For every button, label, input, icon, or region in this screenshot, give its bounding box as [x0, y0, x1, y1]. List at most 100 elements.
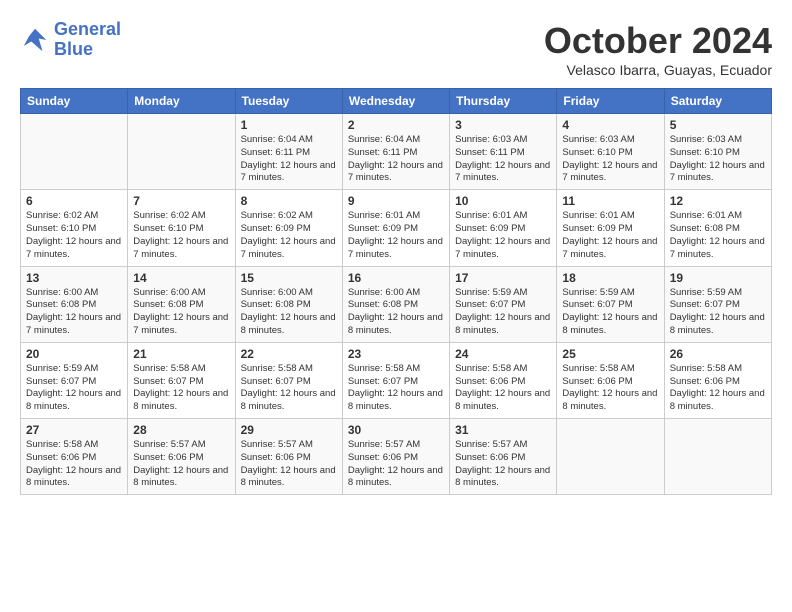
calendar-week-3: 13Sunrise: 6:00 AM Sunset: 6:08 PM Dayli…: [21, 266, 772, 342]
day-number: 14: [133, 271, 229, 285]
calendar-cell: [557, 419, 664, 495]
logo-text: General Blue: [54, 20, 121, 60]
weekday-header-friday: Friday: [557, 89, 664, 114]
day-info: Sunrise: 6:00 AM Sunset: 6:08 PM Dayligh…: [348, 287, 444, 338]
page-header: General Blue October 2024 Velasco Ibarra…: [20, 20, 772, 78]
calendar-cell: [21, 114, 128, 190]
calendar-cell: 2Sunrise: 6:04 AM Sunset: 6:11 PM Daylig…: [342, 114, 449, 190]
day-number: 15: [241, 271, 337, 285]
logo: General Blue: [20, 20, 121, 60]
calendar-week-5: 27 Sunrise: 5:58 AM Sunset: 6:06 PM Dayli…: [21, 419, 772, 495]
calendar-week-2: 6 Sunrise: 6:02 AM Sunset: 6:10 PM Daylig…: [21, 190, 772, 266]
calendar-cell: 22Sunrise: 5:58 AM Sunset: 6:07 PM Dayli…: [235, 342, 342, 418]
logo-icon: [20, 25, 50, 55]
day-number: 16: [348, 271, 444, 285]
calendar-cell: 11Sunrise: 6:01 AM Sunset: 6:09 PM Dayli…: [557, 190, 664, 266]
calendar-cell: 9 Sunrise: 6:01 AM Sunset: 6:09 PM Daylig…: [342, 190, 449, 266]
day-info: Sunrise: 5:59 AM Sunset: 6:07 PM Dayligh…: [670, 287, 766, 338]
calendar-cell: 26 Sunrise: 5:58 AM Sunset: 6:06 PM Dayli…: [664, 342, 771, 418]
calendar-cell: 3Sunrise: 6:03 AM Sunset: 6:11 PM Daylig…: [450, 114, 557, 190]
calendar-cell: 14Sunrise: 6:00 AM Sunset: 6:08 PM Dayli…: [128, 266, 235, 342]
day-number: 27: [26, 423, 122, 437]
day-number: 5: [670, 118, 766, 132]
calendar-cell: 20 Sunrise: 5:59 AM Sunset: 6:07 PM Dayli…: [21, 342, 128, 418]
day-number: 3: [455, 118, 551, 132]
day-info: Sunrise: 6:00 AM Sunset: 6:08 PM Dayligh…: [241, 287, 337, 338]
day-info: Sunrise: 5:57 AM Sunset: 6:06 PM Dayligh…: [455, 439, 551, 490]
day-info: Sunrise: 6:02 AM Sunset: 6:09 PM Dayligh…: [241, 210, 337, 261]
day-number: 18: [562, 271, 658, 285]
calendar-cell: 18 Sunrise: 5:59 AM Sunset: 6:07 PM Dayli…: [557, 266, 664, 342]
day-number: 23: [348, 347, 444, 361]
calendar-cell: 12Sunrise: 6:01 AM Sunset: 6:08 PM Dayli…: [664, 190, 771, 266]
calendar-cell: 28Sunrise: 5:57 AM Sunset: 6:06 PM Dayli…: [128, 419, 235, 495]
weekday-header-sunday: Sunday: [21, 89, 128, 114]
day-info: Sunrise: 5:57 AM Sunset: 6:06 PM Dayligh…: [241, 439, 337, 490]
day-info: Sunrise: 5:58 AM Sunset: 6:07 PM Dayligh…: [348, 363, 444, 414]
day-number: 8: [241, 194, 337, 208]
day-info: Sunrise: 6:03 AM Sunset: 6:10 PM Dayligh…: [562, 134, 658, 185]
day-number: 25: [562, 347, 658, 361]
day-number: 10: [455, 194, 551, 208]
calendar-cell: 19 Sunrise: 5:59 AM Sunset: 6:07 PM Dayli…: [664, 266, 771, 342]
calendar-cell: [664, 419, 771, 495]
calendar-cell: 8 Sunrise: 6:02 AM Sunset: 6:09 PM Daylig…: [235, 190, 342, 266]
calendar-cell: 16 Sunrise: 6:00 AM Sunset: 6:08 PM Dayli…: [342, 266, 449, 342]
day-info: Sunrise: 5:58 AM Sunset: 6:06 PM Dayligh…: [562, 363, 658, 414]
day-number: 19: [670, 271, 766, 285]
day-info: Sunrise: 5:58 AM Sunset: 6:06 PM Dayligh…: [26, 439, 122, 490]
calendar-table: SundayMondayTuesdayWednesdayThursdayFrid…: [20, 88, 772, 495]
calendar-cell: 31 Sunrise: 5:57 AM Sunset: 6:06 PM Dayli…: [450, 419, 557, 495]
day-info: Sunrise: 5:58 AM Sunset: 6:07 PM Dayligh…: [133, 363, 229, 414]
day-info: Sunrise: 6:02 AM Sunset: 6:10 PM Dayligh…: [26, 210, 122, 261]
day-number: 1: [241, 118, 337, 132]
day-number: 6: [26, 194, 122, 208]
calendar-cell: 23 Sunrise: 5:58 AM Sunset: 6:07 PM Dayli…: [342, 342, 449, 418]
day-info: Sunrise: 6:04 AM Sunset: 6:11 PM Dayligh…: [348, 134, 444, 185]
calendar-cell: 17 Sunrise: 5:59 AM Sunset: 6:07 PM Dayli…: [450, 266, 557, 342]
calendar-cell: 1Sunrise: 6:04 AM Sunset: 6:11 PM Daylig…: [235, 114, 342, 190]
day-number: 9: [348, 194, 444, 208]
day-info: Sunrise: 6:00 AM Sunset: 6:08 PM Dayligh…: [26, 287, 122, 338]
day-info: Sunrise: 5:59 AM Sunset: 6:07 PM Dayligh…: [455, 287, 551, 338]
calendar-cell: 25 Sunrise: 5:58 AM Sunset: 6:06 PM Dayli…: [557, 342, 664, 418]
day-number: 31: [455, 423, 551, 437]
day-number: 17: [455, 271, 551, 285]
location: Velasco Ibarra, Guayas, Ecuador: [544, 62, 772, 78]
day-number: 22: [241, 347, 337, 361]
day-number: 4: [562, 118, 658, 132]
calendar-body: 1 Sunrise: 6:04 AM Sunset: 6:11 PM Daylig…: [21, 114, 772, 495]
weekday-header-tuesday: Tuesday: [235, 89, 342, 114]
day-number: 24: [455, 347, 551, 361]
day-number: 11: [562, 194, 658, 208]
day-info: Sunrise: 6:02 AM Sunset: 6:10 PM Dayligh…: [133, 210, 229, 261]
calendar-cell: 5 Sunrise: 6:03 AM Sunset: 6:10 PM Daylig…: [664, 114, 771, 190]
calendar-cell: 4 Sunrise: 6:03 AM Sunset: 6:10 PM Daylig…: [557, 114, 664, 190]
calendar-cell: 15 Sunrise: 6:00 AM Sunset: 6:08 PM Dayli…: [235, 266, 342, 342]
calendar-week-4: 20 Sunrise: 5:59 AM Sunset: 6:07 PM Dayli…: [21, 342, 772, 418]
calendar-cell: 6 Sunrise: 6:02 AM Sunset: 6:10 PM Daylig…: [21, 190, 128, 266]
weekday-header-wednesday: Wednesday: [342, 89, 449, 114]
day-number: 20: [26, 347, 122, 361]
calendar-week-1: 1 Sunrise: 6:04 AM Sunset: 6:11 PM Daylig…: [21, 114, 772, 190]
day-info: Sunrise: 6:03 AM Sunset: 6:10 PM Dayligh…: [670, 134, 766, 185]
calendar-cell: 29Sunrise: 5:57 AM Sunset: 6:06 PM Dayli…: [235, 419, 342, 495]
weekday-header-thursday: Thursday: [450, 89, 557, 114]
calendar-cell: 13Sunrise: 6:00 AM Sunset: 6:08 PM Dayli…: [21, 266, 128, 342]
calendar-cell: [128, 114, 235, 190]
day-info: Sunrise: 6:01 AM Sunset: 6:09 PM Dayligh…: [348, 210, 444, 261]
day-info: Sunrise: 5:58 AM Sunset: 6:06 PM Dayligh…: [670, 363, 766, 414]
calendar-header: SundayMondayTuesdayWednesdayThursdayFrid…: [21, 89, 772, 114]
day-number: 28: [133, 423, 229, 437]
calendar-cell: 10Sunrise: 6:01 AM Sunset: 6:09 PM Dayli…: [450, 190, 557, 266]
weekday-header-row: SundayMondayTuesdayWednesdayThursdayFrid…: [21, 89, 772, 114]
day-info: Sunrise: 5:59 AM Sunset: 6:07 PM Dayligh…: [562, 287, 658, 338]
day-info: Sunrise: 5:58 AM Sunset: 6:06 PM Dayligh…: [455, 363, 551, 414]
day-info: Sunrise: 5:59 AM Sunset: 6:07 PM Dayligh…: [26, 363, 122, 414]
calendar-cell: 7 Sunrise: 6:02 AM Sunset: 6:10 PM Daylig…: [128, 190, 235, 266]
day-number: 7: [133, 194, 229, 208]
day-number: 26: [670, 347, 766, 361]
day-number: 30: [348, 423, 444, 437]
calendar-cell: 21Sunrise: 5:58 AM Sunset: 6:07 PM Dayli…: [128, 342, 235, 418]
calendar-cell: 30Sunrise: 5:57 AM Sunset: 6:06 PM Dayli…: [342, 419, 449, 495]
